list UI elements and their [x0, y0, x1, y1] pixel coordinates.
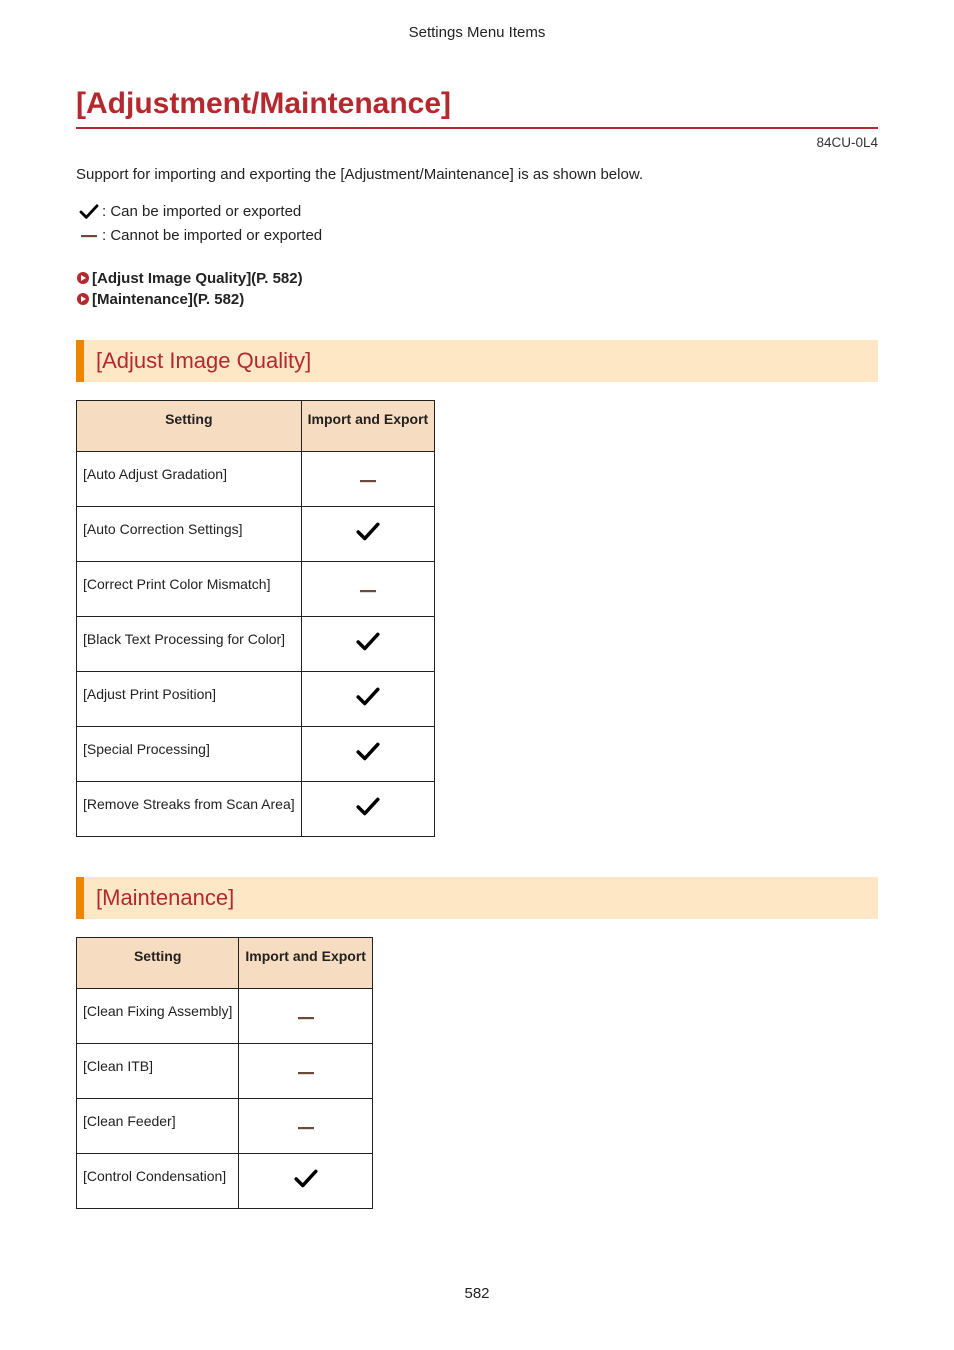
- setting-label: [Adjust Print Position]: [77, 671, 302, 726]
- table-row: [Clean Fixing Assembly]: [77, 988, 373, 1043]
- table-row: [Control Condensation]: [77, 1153, 373, 1208]
- setting-label: [Clean Fixing Assembly]: [77, 988, 239, 1043]
- setting-label: [Correct Print Color Mismatch]: [77, 561, 302, 616]
- table-row: [Special Processing]: [77, 726, 435, 781]
- setting-label: [Black Text Processing for Color]: [77, 616, 302, 671]
- setting-label: [Auto Correction Settings]: [77, 506, 302, 561]
- section-heading: [Adjust Image Quality]: [76, 340, 878, 382]
- toc-links: [Adjust Image Quality](P. 582) [Maintena…: [76, 268, 878, 310]
- dash-icon: [301, 451, 435, 506]
- toc-link[interactable]: [Adjust Image Quality](P. 582): [76, 268, 878, 289]
- check-icon: [301, 506, 435, 561]
- col-setting: Setting: [77, 937, 239, 988]
- setting-label: [Clean Feeder]: [77, 1098, 239, 1153]
- title-rule: [76, 127, 878, 129]
- table-row: [Clean ITB]: [77, 1043, 373, 1098]
- section-heading: [Maintenance]: [76, 877, 878, 919]
- table-row: [Auto Adjust Gradation]: [77, 451, 435, 506]
- legend: : Can be imported or exported : Cannot b…: [76, 200, 878, 248]
- settings-table: SettingImport and Export[Clean Fixing As…: [76, 937, 373, 1209]
- setting-label: [Remove Streaks from Scan Area]: [77, 781, 302, 836]
- col-export: Import and Export: [239, 937, 373, 988]
- settings-table: SettingImport and Export[Auto Adjust Gra…: [76, 400, 435, 837]
- setting-label: [Auto Adjust Gradation]: [77, 451, 302, 506]
- col-setting: Setting: [77, 400, 302, 451]
- check-icon: [301, 616, 435, 671]
- document-id: 84CU-0L4: [76, 135, 878, 150]
- header-breadcrumb: Settings Menu Items: [76, 24, 878, 41]
- table-row: [Adjust Print Position]: [77, 671, 435, 726]
- check-icon: [301, 781, 435, 836]
- page-title: [Adjustment/Maintenance]: [76, 87, 878, 121]
- table-row: [Clean Feeder]: [77, 1098, 373, 1153]
- dash-icon: [301, 561, 435, 616]
- intro-paragraph: Support for importing and exporting the …: [76, 164, 878, 186]
- setting-label: [Clean ITB]: [77, 1043, 239, 1098]
- setting-label: [Special Processing]: [77, 726, 302, 781]
- legend-row-cannot: : Cannot be imported or exported: [76, 224, 878, 248]
- page-number: 582: [0, 1285, 954, 1302]
- setting-label: [Control Condensation]: [77, 1153, 239, 1208]
- table-row: [Auto Correction Settings]: [77, 506, 435, 561]
- dash-icon: [76, 233, 102, 239]
- legend-row-can: : Can be imported or exported: [76, 200, 878, 224]
- toc-link-text: [Adjust Image Quality](P. 582): [92, 268, 303, 289]
- toc-link-text: [Maintenance](P. 582): [92, 289, 244, 310]
- toc-link[interactable]: [Maintenance](P. 582): [76, 289, 878, 310]
- table-row: [Remove Streaks from Scan Area]: [77, 781, 435, 836]
- check-icon: [301, 671, 435, 726]
- dash-icon: [239, 1098, 373, 1153]
- check-icon: [301, 726, 435, 781]
- legend-cannot-text: : Cannot be imported or exported: [102, 224, 322, 248]
- legend-can-text: : Can be imported or exported: [102, 200, 301, 224]
- bullet-icon: [76, 292, 90, 306]
- check-icon: [239, 1153, 373, 1208]
- table-row: [Black Text Processing for Color]: [77, 616, 435, 671]
- check-icon: [76, 204, 102, 220]
- table-row: [Correct Print Color Mismatch]: [77, 561, 435, 616]
- dash-icon: [239, 988, 373, 1043]
- dash-icon: [239, 1043, 373, 1098]
- col-export: Import and Export: [301, 400, 435, 451]
- bullet-icon: [76, 271, 90, 285]
